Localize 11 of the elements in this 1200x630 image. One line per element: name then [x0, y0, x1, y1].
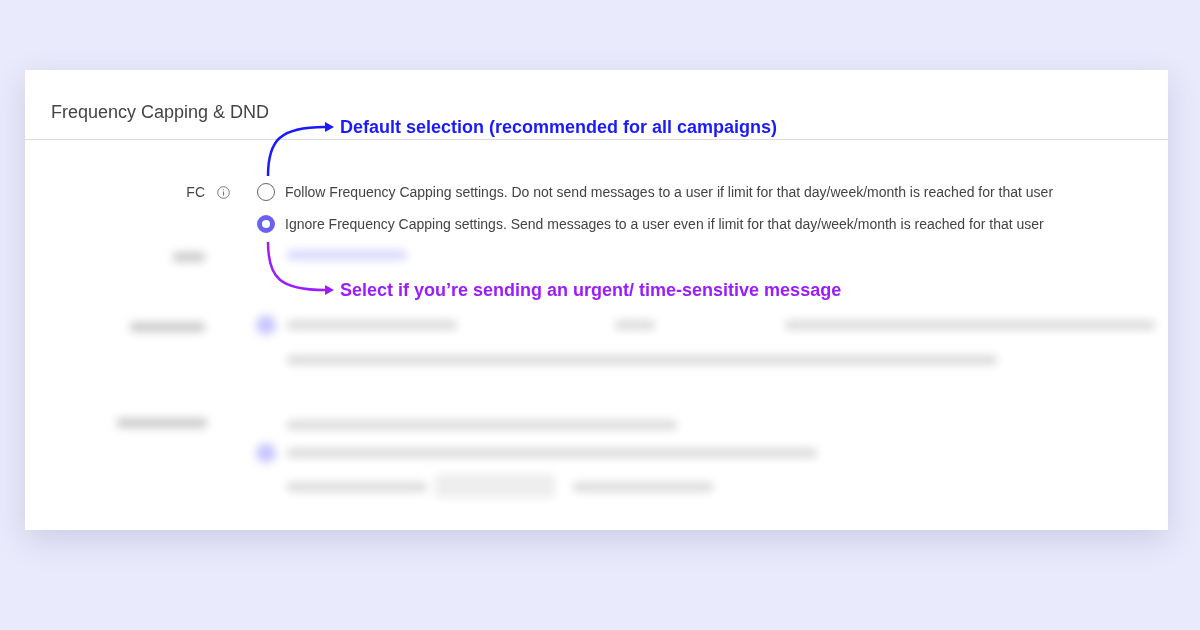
annotation-text: Default selection (recommended for all campaigns) — [340, 116, 778, 138]
annotation-text: Select if you’re sending an urgent/ time-sensitive message — [340, 279, 842, 301]
section-title: Frequency Capping & DND — [51, 101, 270, 124]
radio-option[interactable]: Ignore Frequency Capping settings. Send messages to a user even if limit for that day/week/month is reached for that user — [257, 208, 1054, 240]
curved-arrow — [266, 241, 334, 295]
curved-arrow — [266, 122, 334, 177]
info-icon — [217, 186, 230, 199]
radio-option[interactable]: Follow Frequency Capping settings. Do not send messages to a user if limit for that day/week/month is reached for that user — [257, 176, 1054, 208]
radio-button[interactable] — [257, 183, 275, 201]
field-label: FC — [186, 183, 205, 201]
radio-button[interactable] — [257, 215, 275, 233]
